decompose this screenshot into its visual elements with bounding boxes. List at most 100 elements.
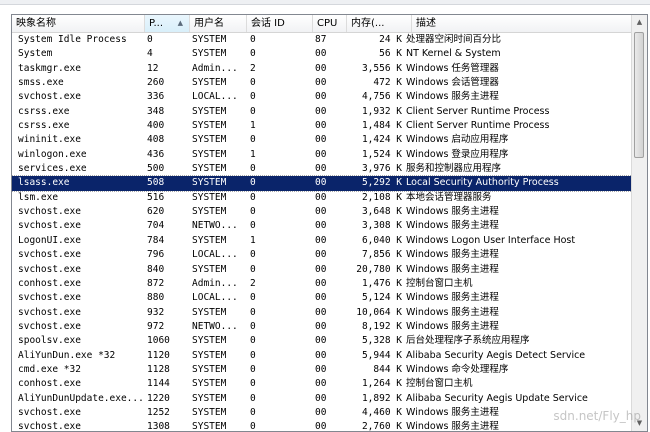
scrollbar-thumb[interactable] bbox=[634, 32, 644, 158]
description-cell: Local Security Authority Process bbox=[406, 177, 559, 189]
description-cell: 本地会话管理器服务 bbox=[406, 191, 492, 203]
table-row[interactable]: taskmgr.exe 12 Admin... 2 00 3,556 K Windows 任… bbox=[12, 62, 632, 76]
user-cell: SYSTEM bbox=[192, 177, 227, 189]
column-header-user[interactable]: 用户名 bbox=[190, 15, 247, 32]
table-row[interactable]: svchost.exe 972 NETWO... 0 00 8,192 K Windows … bbox=[12, 320, 632, 334]
process-name-cell: svchost.exe bbox=[18, 263, 81, 275]
user-cell: SYSTEM bbox=[192, 120, 227, 132]
cpu-cell: 00 bbox=[315, 320, 327, 332]
memory-cell: 24 K bbox=[379, 34, 402, 45]
session-id-cell: 0 bbox=[250, 191, 256, 203]
table-row[interactable]: csrss.exe 348 SYSTEM 0 00 1,932 K Client Serve… bbox=[12, 105, 632, 119]
process-list[interactable]: 映象名称 P... ▲ 用户名 会话 ID CPU 内存(... 描述 Syste… bbox=[11, 14, 648, 432]
process-name-cell: LogonUI.exe bbox=[18, 234, 81, 246]
table-row[interactable]: conhost.exe 872 Admin... 2 00 1,476 K 控制台窗口主机 bbox=[12, 277, 632, 291]
table-row[interactable]: winlogon.exe 436 SYSTEM 1 00 1,524 K Windows 登… bbox=[12, 148, 632, 162]
cpu-cell: 00 bbox=[315, 292, 327, 304]
process-name-cell: AliYunDunUpdate.exe... bbox=[18, 392, 144, 404]
column-header-description[interactable]: 描述 bbox=[412, 15, 632, 32]
description-cell: Windows 服务主进程 bbox=[406, 320, 499, 332]
table-row[interactable]: svchost.exe 796 LOCAL... 0 00 7,856 K Windows … bbox=[12, 248, 632, 262]
table-row[interactable]: conhost.exe 1144 SYSTEM 0 00 1,264 K 控制台窗口主机 bbox=[12, 377, 632, 391]
cpu-cell: 00 bbox=[315, 277, 327, 289]
table-row[interactable]: svchost.exe 880 LOCAL... 0 00 5,124 K Windows … bbox=[12, 291, 632, 305]
column-header-cpu[interactable]: CPU bbox=[313, 15, 347, 32]
table-row[interactable]: lsm.exe 516 SYSTEM 0 00 2,108 K 本地会话管理器服务 bbox=[12, 191, 632, 205]
table-row[interactable]: System 4 SYSTEM 0 00 56 K NT Kernel & System bbox=[12, 47, 632, 61]
pid-cell: 500 bbox=[147, 163, 165, 175]
pid-cell: 1252 bbox=[147, 406, 170, 418]
session-id-cell: 0 bbox=[250, 206, 256, 218]
table-row[interactable]: wininit.exe 408 SYSTEM 0 00 1,424 K Windows 启动… bbox=[12, 133, 632, 147]
column-header-session-id[interactable]: 会话 ID bbox=[247, 15, 313, 32]
user-cell: SYSTEM bbox=[192, 378, 227, 390]
session-id-cell: 0 bbox=[250, 105, 256, 117]
description-cell: Client Server Runtime Process bbox=[406, 120, 550, 132]
user-cell: SYSTEM bbox=[192, 306, 227, 318]
column-header-row: 映象名称 P... ▲ 用户名 会话 ID CPU 内存(... 描述 bbox=[12, 15, 632, 33]
table-row[interactable]: svchost.exe 336 LOCAL... 0 00 4,756 K Windows … bbox=[12, 90, 632, 104]
session-id-cell: 2 bbox=[250, 62, 256, 74]
table-row[interactable]: services.exe 500 SYSTEM 0 00 3,976 K 服务和控制器应用程… bbox=[12, 162, 632, 176]
pid-cell: 840 bbox=[147, 263, 165, 275]
table-row[interactable]: cmd.exe *32 1128 SYSTEM 0 00 844 K Windows 命令处… bbox=[12, 363, 632, 377]
session-id-cell: 0 bbox=[250, 349, 256, 361]
table-row[interactable]: LogonUI.exe 784 SYSTEM 1 00 6,040 K Windows Lo… bbox=[12, 234, 632, 248]
table-row[interactable]: svchost.exe 704 NETWO... 0 00 3,308 K Windows … bbox=[12, 219, 632, 233]
process-name-cell: services.exe bbox=[18, 163, 87, 175]
user-cell: SYSTEM bbox=[192, 148, 227, 160]
cpu-cell: 00 bbox=[315, 48, 327, 60]
memory-cell: 56 K bbox=[379, 48, 402, 60]
memory-cell: 5,124 K bbox=[361, 292, 402, 304]
memory-cell: 4,460 K bbox=[361, 406, 402, 418]
memory-cell: 1,424 K bbox=[361, 134, 402, 146]
user-cell: SYSTEM bbox=[192, 191, 227, 203]
memory-cell: 20,780 K bbox=[356, 263, 402, 275]
memory-cell: 1,264 K bbox=[361, 378, 402, 390]
user-cell: SYSTEM bbox=[192, 363, 227, 375]
column-header-image-name[interactable]: 映象名称 bbox=[12, 15, 145, 32]
vertical-scrollbar[interactable]: ▲ ▼ bbox=[631, 15, 647, 431]
cpu-cell: 00 bbox=[315, 163, 327, 175]
pid-cell: 1220 bbox=[147, 392, 170, 404]
session-id-cell: 0 bbox=[250, 320, 256, 332]
description-cell: NT Kernel & System bbox=[406, 48, 501, 60]
top-strip bbox=[0, 0, 650, 5]
memory-cell: 10,064 K bbox=[356, 306, 402, 318]
session-id-cell: 1 bbox=[250, 234, 256, 246]
description-cell: Windows 服务主进程 bbox=[406, 220, 499, 232]
scroll-up-arrow-icon[interactable]: ▲ bbox=[632, 15, 647, 30]
process-name-cell: cmd.exe *32 bbox=[18, 363, 81, 375]
table-row[interactable]: csrss.exe 400 SYSTEM 1 00 1,484 K Client Serve… bbox=[12, 119, 632, 133]
table-row[interactable]: svchost.exe 1308 SYSTEM 0 00 2,760 K Windows 服… bbox=[12, 420, 632, 431]
session-id-cell: 0 bbox=[250, 48, 256, 60]
table-row[interactable]: svchost.exe 620 SYSTEM 0 00 3,648 K Windows 服务… bbox=[12, 205, 632, 219]
table-row[interactable]: svchost.exe 840 SYSTEM 0 00 20,780 K Windows 服… bbox=[12, 263, 632, 277]
table-row[interactable]: svchost.exe 1252 SYSTEM 0 00 4,460 K Windows 服… bbox=[12, 406, 632, 420]
session-id-cell: 0 bbox=[250, 292, 256, 304]
pid-cell: 516 bbox=[147, 191, 165, 203]
scroll-down-arrow-icon[interactable]: ▼ bbox=[632, 416, 647, 431]
cpu-cell: 00 bbox=[315, 263, 327, 275]
pid-cell: 1144 bbox=[147, 378, 170, 390]
description-cell: 后台处理程序子系统应用程序 bbox=[406, 335, 530, 347]
table-row[interactable]: smss.exe 260 SYSTEM 0 00 472 K Windows 会话管理器 bbox=[12, 76, 632, 90]
memory-cell: 7,856 K bbox=[361, 249, 402, 261]
column-header-memory[interactable]: 内存(... bbox=[347, 15, 412, 32]
table-row[interactable]: System Idle Process 0 SYSTEM 0 87 24 K 处理器空闲时间… bbox=[12, 33, 632, 47]
pid-cell: 336 bbox=[147, 91, 165, 103]
description-cell: Windows 服务主进程 bbox=[406, 249, 499, 261]
table-row[interactable]: AliYunDunUpdate.exe... 1220 SYSTEM 0 00 1,892… bbox=[12, 392, 632, 406]
user-cell: SYSTEM bbox=[192, 263, 227, 275]
pid-cell: 880 bbox=[147, 292, 165, 304]
table-row[interactable]: svchost.exe 932 SYSTEM 0 00 10,064 K Windows 服… bbox=[12, 306, 632, 320]
process-name-cell: AliYunDun.exe *32 bbox=[18, 349, 116, 361]
memory-cell: 5,292 K bbox=[361, 177, 402, 189]
table-row[interactable]: lsass.exe 508 SYSTEM 0 00 5,292 K Local Securi… bbox=[12, 175, 633, 192]
memory-cell: 5,328 K bbox=[361, 335, 402, 347]
table-row[interactable]: AliYunDun.exe *32 1120 SYSTEM 0 00 5,944 K Ali… bbox=[12, 349, 632, 363]
user-cell: NETWO... bbox=[192, 220, 238, 232]
cpu-cell: 00 bbox=[315, 234, 327, 246]
table-row[interactable]: spoolsv.exe 1060 SYSTEM 0 00 5,328 K 后台处理程序子系统… bbox=[12, 334, 632, 348]
column-header-pid[interactable]: P... ▲ bbox=[145, 15, 190, 32]
